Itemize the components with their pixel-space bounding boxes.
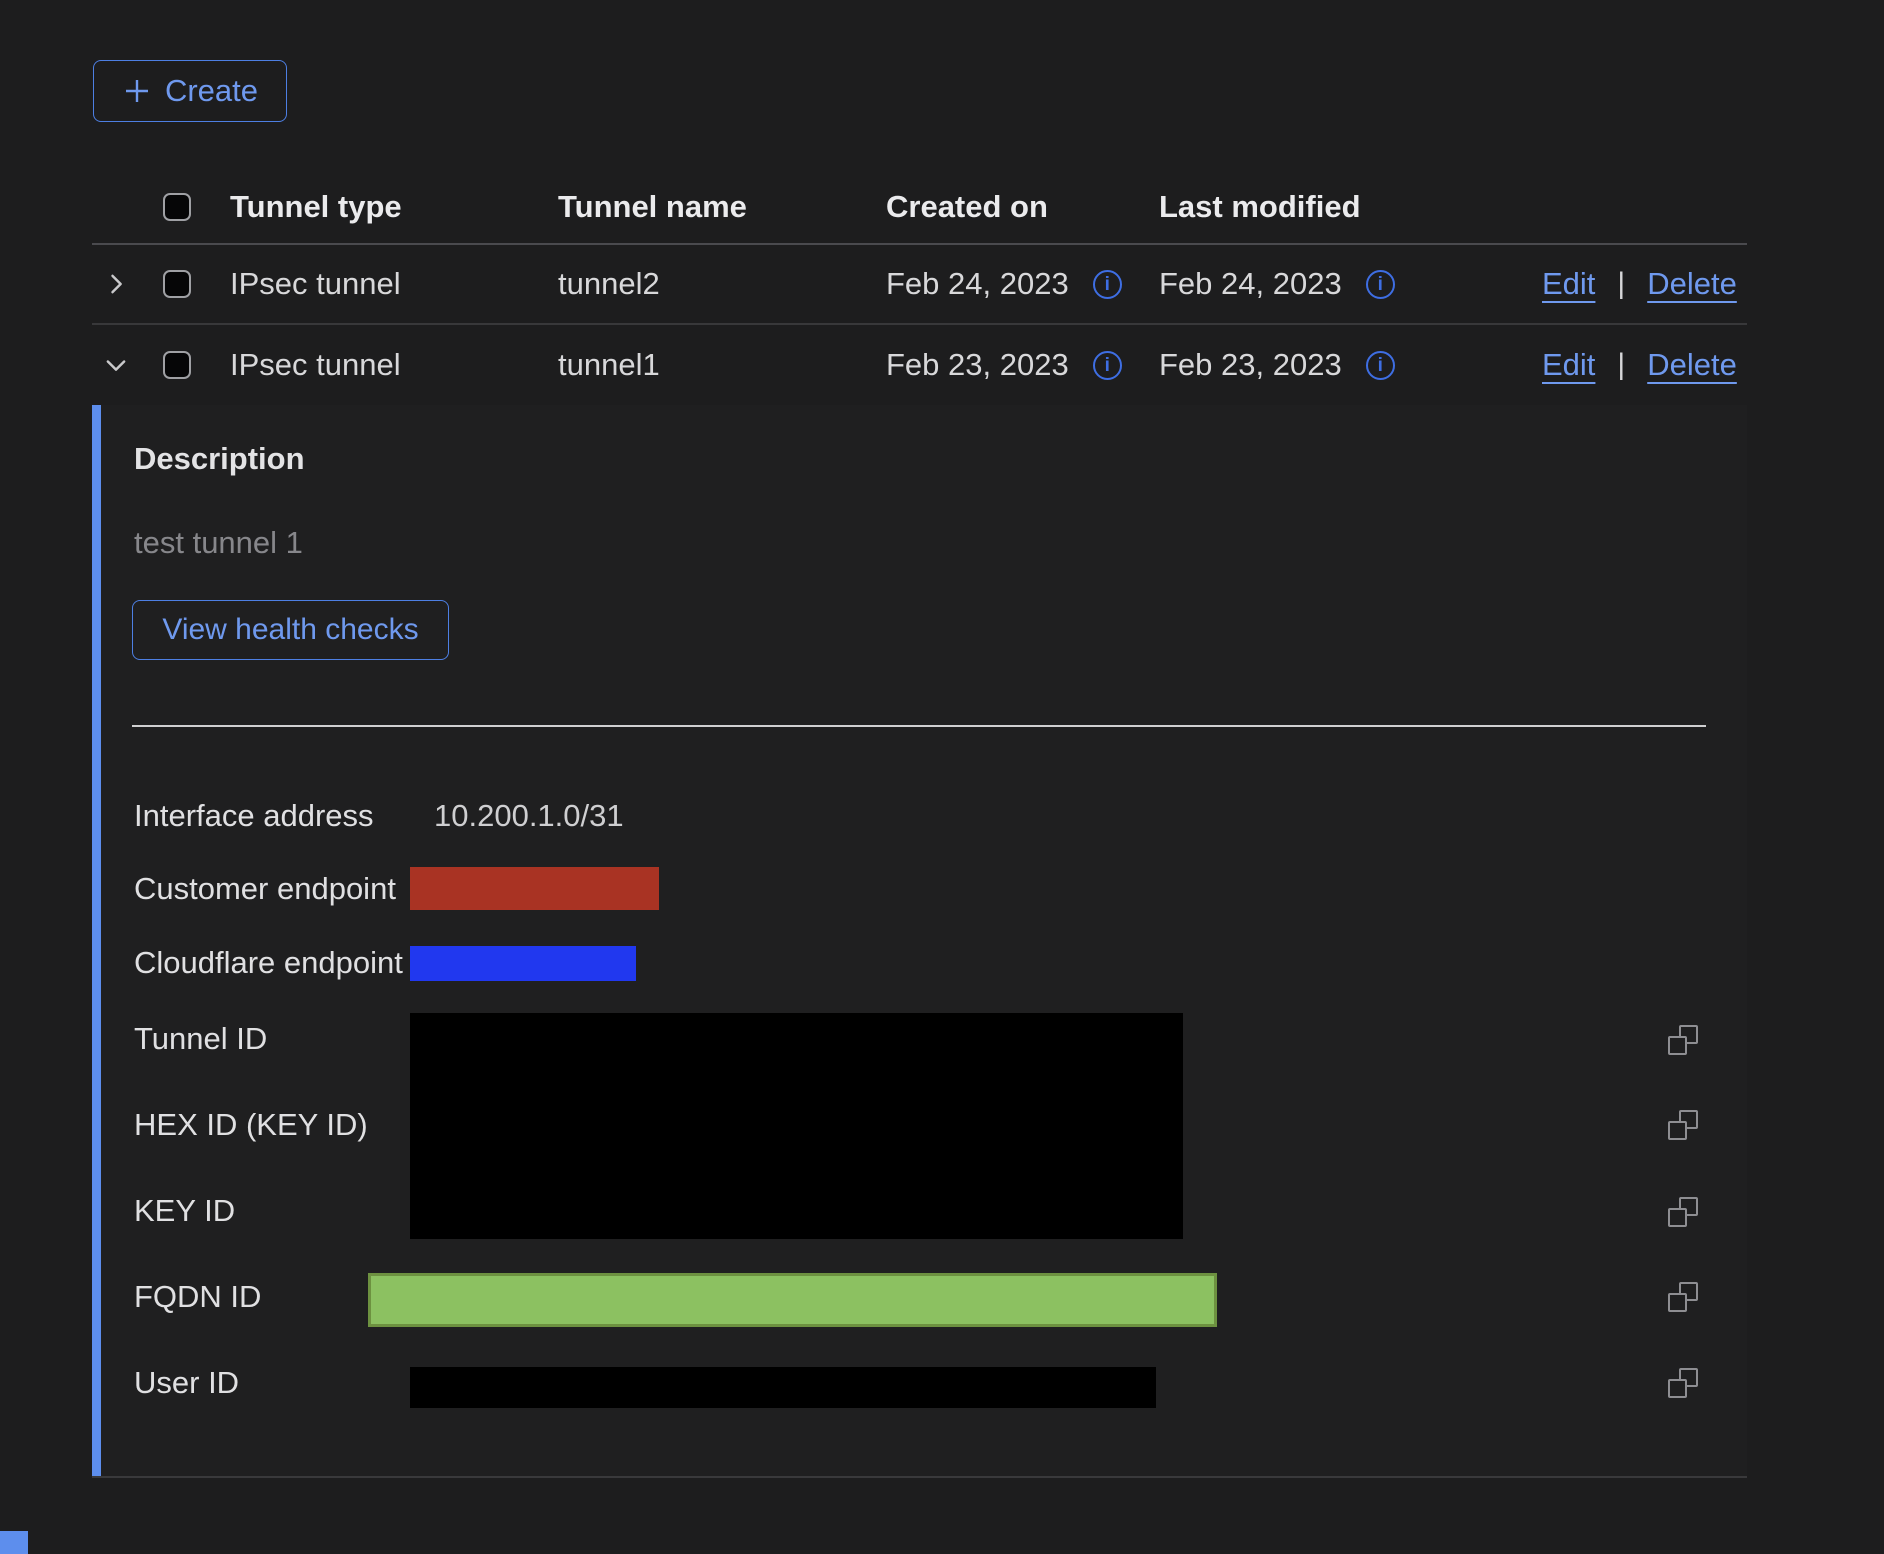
customer-endpoint-label: Customer endpoint [134,871,396,907]
action-separator: | [1617,348,1625,382]
chevron-right-icon [102,270,130,298]
interface-address-value: 10.200.1.0/31 [434,798,624,834]
last-modified-cell: Feb 23, 2023 [1159,347,1342,383]
hex-id-label: HEX ID (KEY ID) [134,1107,368,1143]
table-row-tunnel1: IPsec tunnel tunnel1 Feb 23, 2023 i Feb … [92,325,1747,405]
clipped-blue-element [0,1531,28,1554]
description-value: test tunnel 1 [134,525,303,561]
info-icon[interactable]: i [1093,270,1122,299]
table-row-tunnel2: IPsec tunnel tunnel2 Feb 24, 2023 i Feb … [92,245,1747,325]
copy-icon [1668,1282,1698,1312]
column-header-tunnel-type: Tunnel type [230,189,402,225]
copy-hex-id-button[interactable] [1668,1110,1698,1140]
action-separator: | [1617,267,1625,301]
row-checkbox[interactable] [163,270,191,298]
cloudflare-endpoint-label: Cloudflare endpoint [134,945,403,981]
column-header-last-modified: Last modified [1159,189,1361,225]
key-id-label: KEY ID [134,1193,235,1229]
fqdn-id-redacted-value [368,1273,1217,1327]
collapse-row-button[interactable] [102,351,130,379]
copy-icon [1668,1025,1698,1055]
column-header-tunnel-name: Tunnel name [558,189,747,225]
cloudflare-endpoint-redacted-value [410,946,636,981]
tunnel-type-cell: IPsec tunnel [230,347,401,383]
fqdn-id-label: FQDN ID [134,1279,261,1315]
created-on-cell: Feb 23, 2023 [886,347,1069,383]
info-icon-glyph: i [1378,356,1383,375]
user-id-label: User ID [134,1365,239,1401]
delete-link[interactable]: Delete [1647,266,1737,302]
info-icon-glyph: i [1378,275,1383,294]
tunnels-table: Tunnel type Tunnel name Created on Last … [92,170,1747,405]
last-modified-cell: Feb 24, 2023 [1159,266,1342,302]
interface-address-label: Interface address [134,798,374,834]
copy-icon [1668,1110,1698,1140]
info-icon[interactable]: i [1366,351,1395,380]
customer-endpoint-redacted-value [410,867,659,910]
row-checkbox[interactable] [163,351,191,379]
edit-link[interactable]: Edit [1542,266,1595,302]
delete-link[interactable]: Delete [1647,347,1737,383]
copy-tunnel-id-button[interactable] [1668,1025,1698,1055]
tunnel-id-label: Tunnel ID [134,1021,267,1057]
created-on-cell: Feb 24, 2023 [886,266,1069,302]
copy-user-id-button[interactable] [1668,1368,1698,1398]
view-health-checks-button[interactable]: View health checks [132,600,449,660]
info-icon-glyph: i [1105,275,1110,294]
user-id-redacted-value [410,1367,1156,1408]
info-icon[interactable]: i [1093,351,1122,380]
chevron-down-icon [102,351,130,379]
column-header-created-on: Created on [886,189,1048,225]
select-all-checkbox[interactable] [163,193,191,221]
info-icon-glyph: i [1105,356,1110,375]
create-button-label: Create [165,73,258,109]
copy-icon [1668,1368,1698,1398]
tunnel-details-panel: Description test tunnel 1 View health ch… [92,405,1747,1478]
table-header-row: Tunnel type Tunnel name Created on Last … [92,170,1747,245]
edit-link[interactable]: Edit [1542,347,1595,383]
copy-fqdn-id-button[interactable] [1668,1282,1698,1312]
tunnel-name-cell: tunnel1 [558,347,660,383]
section-divider [132,725,1706,727]
tunnel-hex-key-id-redacted-value [410,1013,1183,1239]
tunnel-name-cell: tunnel2 [558,266,660,302]
expanded-row-accent-bar [92,405,101,1476]
expand-row-button[interactable] [102,270,130,298]
copy-icon [1668,1197,1698,1227]
create-button[interactable]: Create [93,60,287,122]
description-label: Description [134,441,305,477]
tunnel-type-cell: IPsec tunnel [230,266,401,302]
info-icon[interactable]: i [1366,270,1395,299]
plus-icon [122,76,152,106]
ipsec-tunnels-page: Create Tunnel type Tunnel name Created o… [0,0,1884,1554]
copy-key-id-button[interactable] [1668,1197,1698,1227]
